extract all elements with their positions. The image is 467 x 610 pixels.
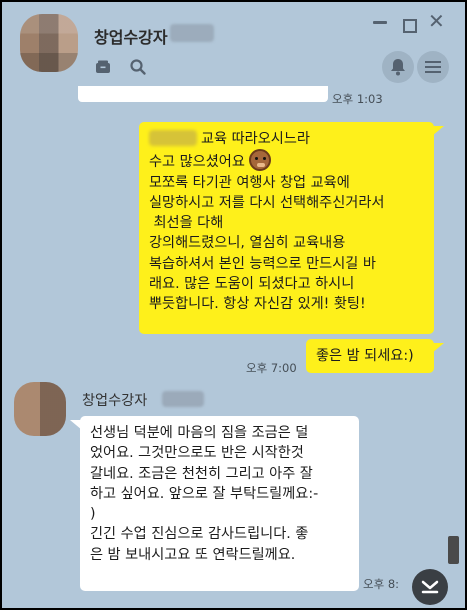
my-message-bubble[interactable]: 교육 따라오시느라 수고 많으셨어요 모쪼록 타기관 여행사 창업 교육에 실망… <box>139 122 434 334</box>
bubble-tail <box>432 343 444 353</box>
bubble-tail <box>432 126 444 136</box>
message-line: 복습하셔서 본인 능력으로 만드시길 바 <box>149 255 376 272</box>
menu-icon <box>425 61 441 73</box>
menu-button[interactable] <box>417 51 449 83</box>
message-line: 긴긴 수업 진심으로 감사드립니다. 좋 <box>90 526 309 543</box>
chat-title: 창업수강자 <box>94 28 168 47</box>
chevron-down-icon <box>421 580 439 594</box>
message-time: 오후 1:03 <box>332 92 383 106</box>
blurred-name <box>149 130 197 146</box>
bear-emoticon-icon <box>248 149 271 172</box>
search-icon[interactable] <box>129 58 147 76</box>
message-line: 교육 따라오시느라 <box>149 129 424 149</box>
sender-avatar[interactable] <box>14 382 66 436</box>
previous-message-bubble[interactable] <box>78 86 328 102</box>
message-line: 모쪼록 타기관 여행사 창업 교육에 <box>149 174 350 191</box>
message-line: ) <box>90 506 96 523</box>
blurred-name <box>162 391 204 407</box>
blurred-name <box>170 24 214 42</box>
chat-header: 창업수강자 ✕ <box>2 2 465 92</box>
bell-button[interactable] <box>382 51 414 83</box>
message-line: 뿌듯합니다. 항상 자신감 있게! 홧팅! <box>149 296 366 313</box>
bubble-tail <box>70 420 82 430</box>
message-line: 최선을 다해 <box>149 215 224 232</box>
message-line: 수고 많으셨어요 <box>149 149 424 172</box>
message-line: 갈네요. 조금은 천천히 그리고 아주 잘 <box>90 465 313 482</box>
maximize-icon[interactable] <box>403 19 417 33</box>
chat-window: 창업수강자 ✕ 오후 1:03 교육 따라오시느라 수고 많으셨어요 모쪼록 타… <box>2 2 465 608</box>
message-line: 선생님 덕분에 마음의 짐을 조금은 덜 <box>90 425 309 441</box>
message-line: 었어요. 그것만으로도 반은 시작한것 <box>90 445 304 462</box>
close-icon[interactable]: ✕ <box>428 11 445 31</box>
sender-name: 창업수강자 <box>82 393 148 409</box>
message-line: 하고 싶어요. 앞으로 잘 부탁드릴께요:- <box>90 485 319 502</box>
message-line: 강의해드렸으니, 열심히 교육내용 <box>149 235 346 252</box>
message-line: 은 밤 보내시고요 또 연락드릴께요. <box>90 546 296 563</box>
box-icon[interactable] <box>95 60 111 74</box>
their-message-bubble[interactable]: 선생님 덕분에 마음의 짐을 조금은 덜 었어요. 그것만으로도 반은 시작한것… <box>80 416 359 591</box>
chat-area[interactable]: 오후 1:03 교육 따라오시느라 수고 많으셨어요 모쪼록 타기관 여행사 창… <box>2 86 465 608</box>
message-text: 좋은 밤 되세요:) <box>316 348 414 364</box>
chat-avatar[interactable] <box>20 14 78 72</box>
scrollbar-thumb[interactable] <box>448 536 459 564</box>
message-time: 오후 8: <box>363 577 400 591</box>
message-line: 래요. 많은 도움이 되셨다고 하시니 <box>149 276 355 293</box>
message-time: 오후 7:00 <box>246 361 297 375</box>
scroll-to-bottom-button[interactable] <box>412 569 448 605</box>
message-line: 실망하시고 저를 다시 선택해주신거라서 <box>149 194 385 211</box>
minimize-icon[interactable] <box>373 21 387 24</box>
my-message-bubble[interactable]: 좋은 밤 되세요:) <box>306 339 434 373</box>
bell-icon <box>391 59 405 76</box>
